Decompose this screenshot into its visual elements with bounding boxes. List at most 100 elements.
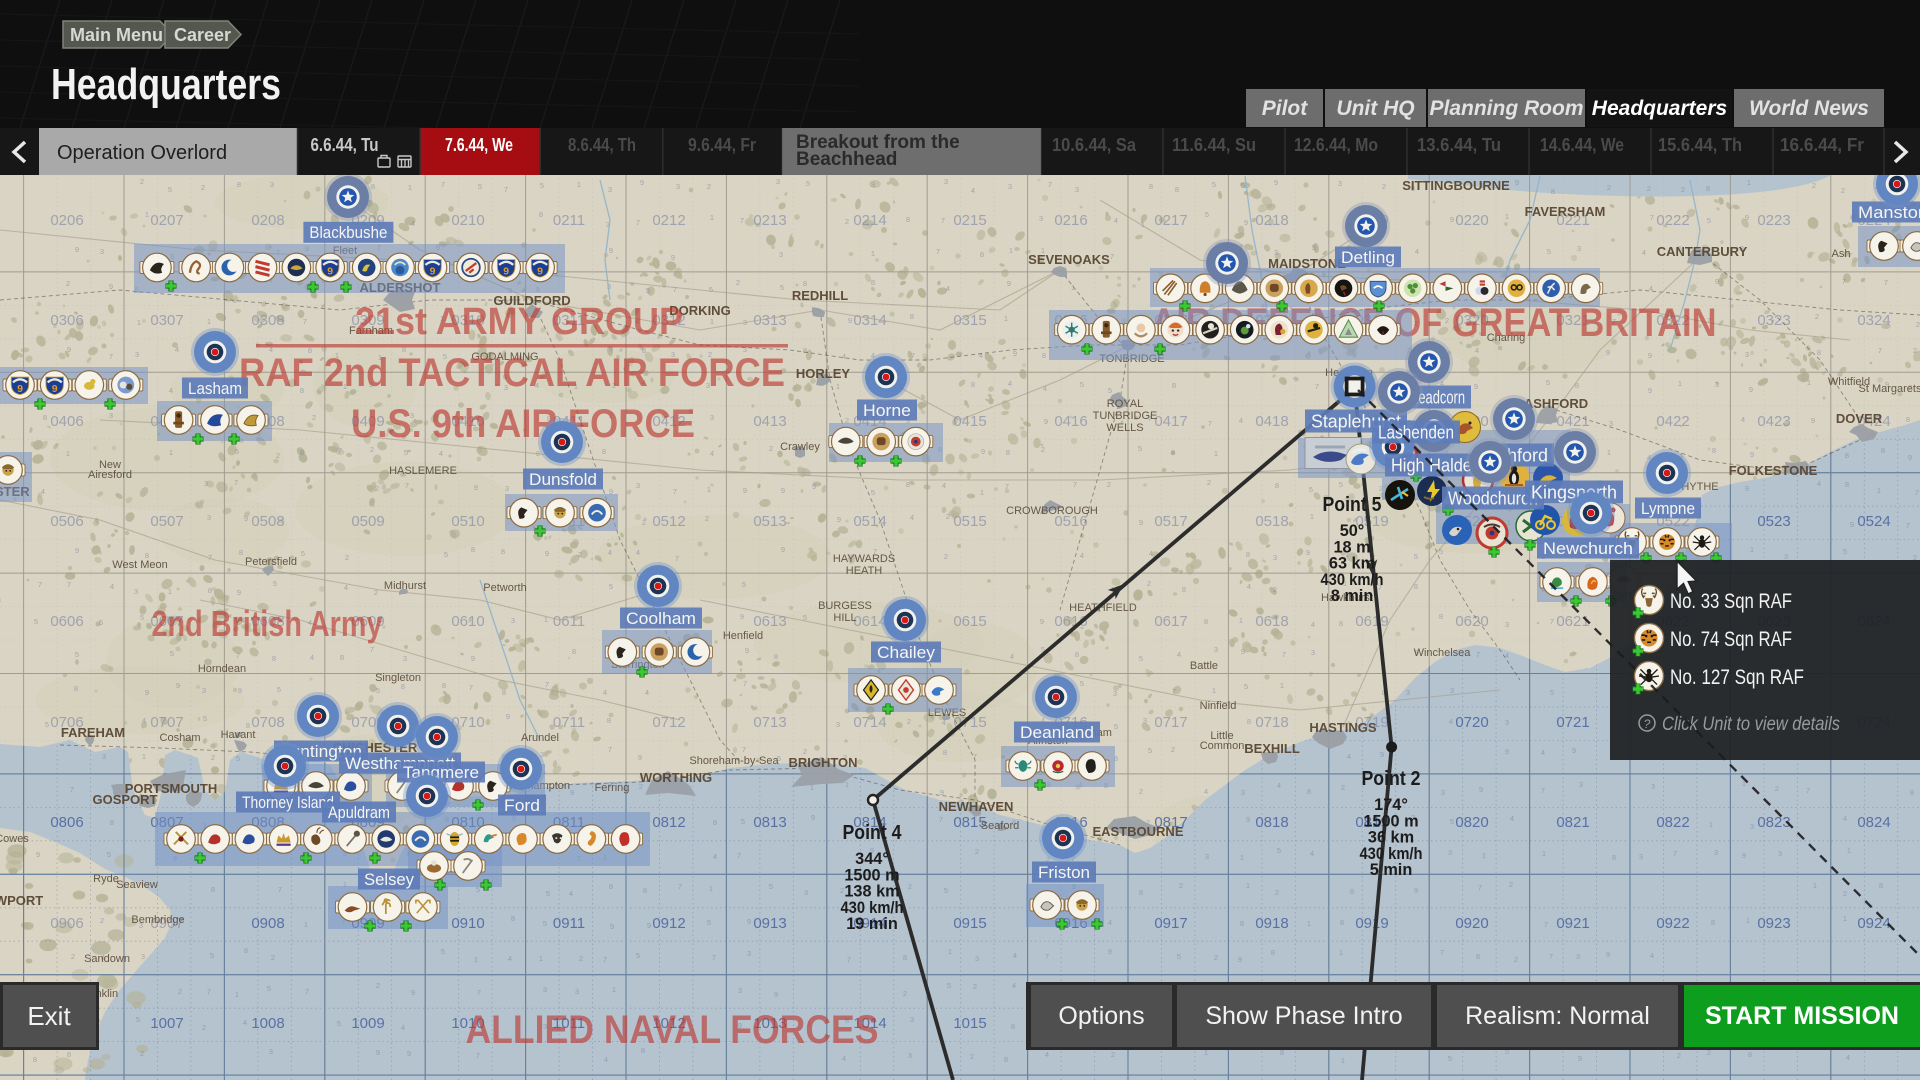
svg-text:5: 5 (543, 919, 547, 928)
svg-text:1: 1 (1339, 948, 1343, 957)
svg-text:2: 2 (1607, 183, 1611, 192)
svg-text:Pilot: Pilot (1262, 97, 1309, 120)
svg-text:8: 8 (1575, 381, 1579, 390)
svg-text:9: 9 (474, 483, 478, 492)
svg-text:Show Phase Intro: Show Phase Intro (1205, 1002, 1402, 1030)
svg-text:Cowes: Cowes (0, 833, 29, 845)
svg-text:4: 4 (946, 284, 950, 293)
svg-text:5 min: 5 min (1370, 861, 1413, 879)
svg-text:2: 2 (1775, 784, 1779, 793)
svg-text:2: 2 (1815, 312, 1819, 321)
svg-text:3: 3 (1714, 848, 1718, 857)
svg-text:9: 9 (1572, 746, 1576, 755)
svg-text:5: 5 (780, 283, 784, 292)
svg-text:START MISSION: START MISSION (1705, 1002, 1899, 1030)
svg-text:8: 8 (501, 547, 505, 556)
svg-text:5: 5 (1312, 243, 1316, 252)
svg-text:3: 3 (747, 949, 751, 958)
svg-text:5: 5 (947, 981, 951, 990)
svg-text:8: 8 (1712, 446, 1716, 455)
svg-text:5: 5 (235, 447, 239, 456)
svg-text:ALLIED NAVAL FORCES: ALLIED NAVAL FORCES (466, 1008, 879, 1052)
svg-text:4: 4 (1311, 620, 1315, 629)
svg-text:Petersfield: Petersfield (245, 556, 297, 568)
svg-text:8: 8 (1171, 448, 1175, 457)
svg-text:FAVERSHAM: FAVERSHAM (1525, 204, 1606, 219)
svg-text:8: 8 (1182, 585, 1186, 594)
svg-text:0406: 0406 (50, 413, 83, 430)
svg-text:5: 5 (709, 285, 713, 294)
svg-text:Battle: Battle (1190, 660, 1218, 672)
svg-text:9: 9 (75, 546, 79, 555)
svg-text:Havant: Havant (221, 729, 256, 741)
svg-text:0308: 0308 (251, 312, 284, 329)
svg-text:7: 7 (504, 185, 508, 194)
svg-text:SITTINGBOURNE: SITTINGBOURNE (1402, 178, 1510, 193)
svg-text:1: 1 (408, 183, 412, 192)
svg-text:3: 3 (1311, 648, 1315, 657)
svg-text:4: 4 (1741, 415, 1745, 424)
svg-text:0617: 0617 (1154, 613, 1187, 630)
svg-text:2: 2 (1171, 745, 1175, 754)
svg-text:2: 2 (1812, 181, 1816, 190)
svg-text:0514: 0514 (853, 513, 886, 530)
svg-text:9: 9 (376, 1048, 380, 1057)
svg-text:Common: Common (1200, 740, 1245, 752)
svg-text:8: 8 (803, 279, 807, 288)
svg-text:8: 8 (1246, 550, 1250, 559)
svg-text:3: 3 (871, 180, 875, 189)
svg-text:0915: 0915 (953, 915, 986, 932)
svg-text:5: 5 (444, 550, 448, 559)
svg-text:1: 1 (1239, 616, 1243, 625)
svg-text:3: 3 (1075, 185, 1079, 194)
svg-text:5: 5 (99, 618, 103, 627)
svg-text:0208: 0208 (251, 212, 284, 229)
svg-text:0210: 0210 (451, 212, 484, 229)
svg-text:0718: 0718 (1255, 714, 1288, 731)
svg-text:Winchelsea: Winchelsea (1414, 647, 1472, 659)
svg-text:7: 7 (305, 987, 309, 996)
svg-text:4: 4 (942, 481, 946, 490)
svg-text:3: 3 (710, 413, 714, 422)
svg-text:1: 1 (980, 488, 984, 497)
svg-text:Seaford: Seaford (981, 820, 1020, 832)
svg-text:9: 9 (17, 383, 23, 395)
svg-text:9: 9 (52, 383, 58, 395)
svg-text:Coolham: Coolham (626, 610, 696, 628)
svg-text:4: 4 (971, 186, 975, 195)
svg-text:SEVENOAKS: SEVENOAKS (1028, 252, 1110, 267)
svg-text:2: 2 (903, 989, 907, 998)
svg-text:4: 4 (569, 889, 573, 898)
svg-text:9: 9 (503, 266, 509, 278)
svg-text:430 km/h: 430 km/h (1360, 845, 1423, 863)
svg-text:4: 4 (1505, 651, 1509, 660)
svg-text:Lasham: Lasham (188, 380, 242, 398)
svg-text:0813: 0813 (753, 814, 786, 831)
svg-text:9: 9 (1241, 647, 1245, 656)
svg-text:0207: 0207 (150, 212, 183, 229)
svg-text:Horndean: Horndean (198, 663, 246, 675)
svg-text:0820: 0820 (1455, 814, 1488, 831)
svg-text:9: 9 (537, 266, 543, 278)
svg-text:7: 7 (1906, 521, 1910, 530)
svg-text:5: 5 (646, 286, 650, 295)
svg-text:0507: 0507 (150, 513, 183, 530)
svg-text:1: 1 (845, 780, 849, 789)
svg-text:BURGESS: BURGESS (818, 600, 872, 612)
svg-text:4: 4 (713, 852, 717, 861)
svg-text:5: 5 (636, 951, 640, 960)
svg-text:2: 2 (970, 1052, 974, 1061)
svg-text:4: 4 (1347, 752, 1351, 761)
svg-text:1: 1 (1877, 486, 1881, 495)
svg-text:5: 5 (203, 714, 207, 723)
svg-text:0619: 0619 (1355, 613, 1388, 630)
svg-text:Headquarters: Headquarters (1592, 97, 1727, 120)
svg-text:3: 3 (1214, 645, 1218, 654)
svg-text:4: 4 (636, 548, 640, 557)
svg-text:2: 2 (1509, 880, 1513, 889)
svg-text:2: 2 (1514, 955, 1518, 964)
svg-text:3: 3 (141, 952, 145, 961)
svg-text:9: 9 (176, 681, 180, 690)
svg-text:0217: 0217 (1154, 212, 1187, 229)
svg-text:Options: Options (1058, 1002, 1144, 1030)
